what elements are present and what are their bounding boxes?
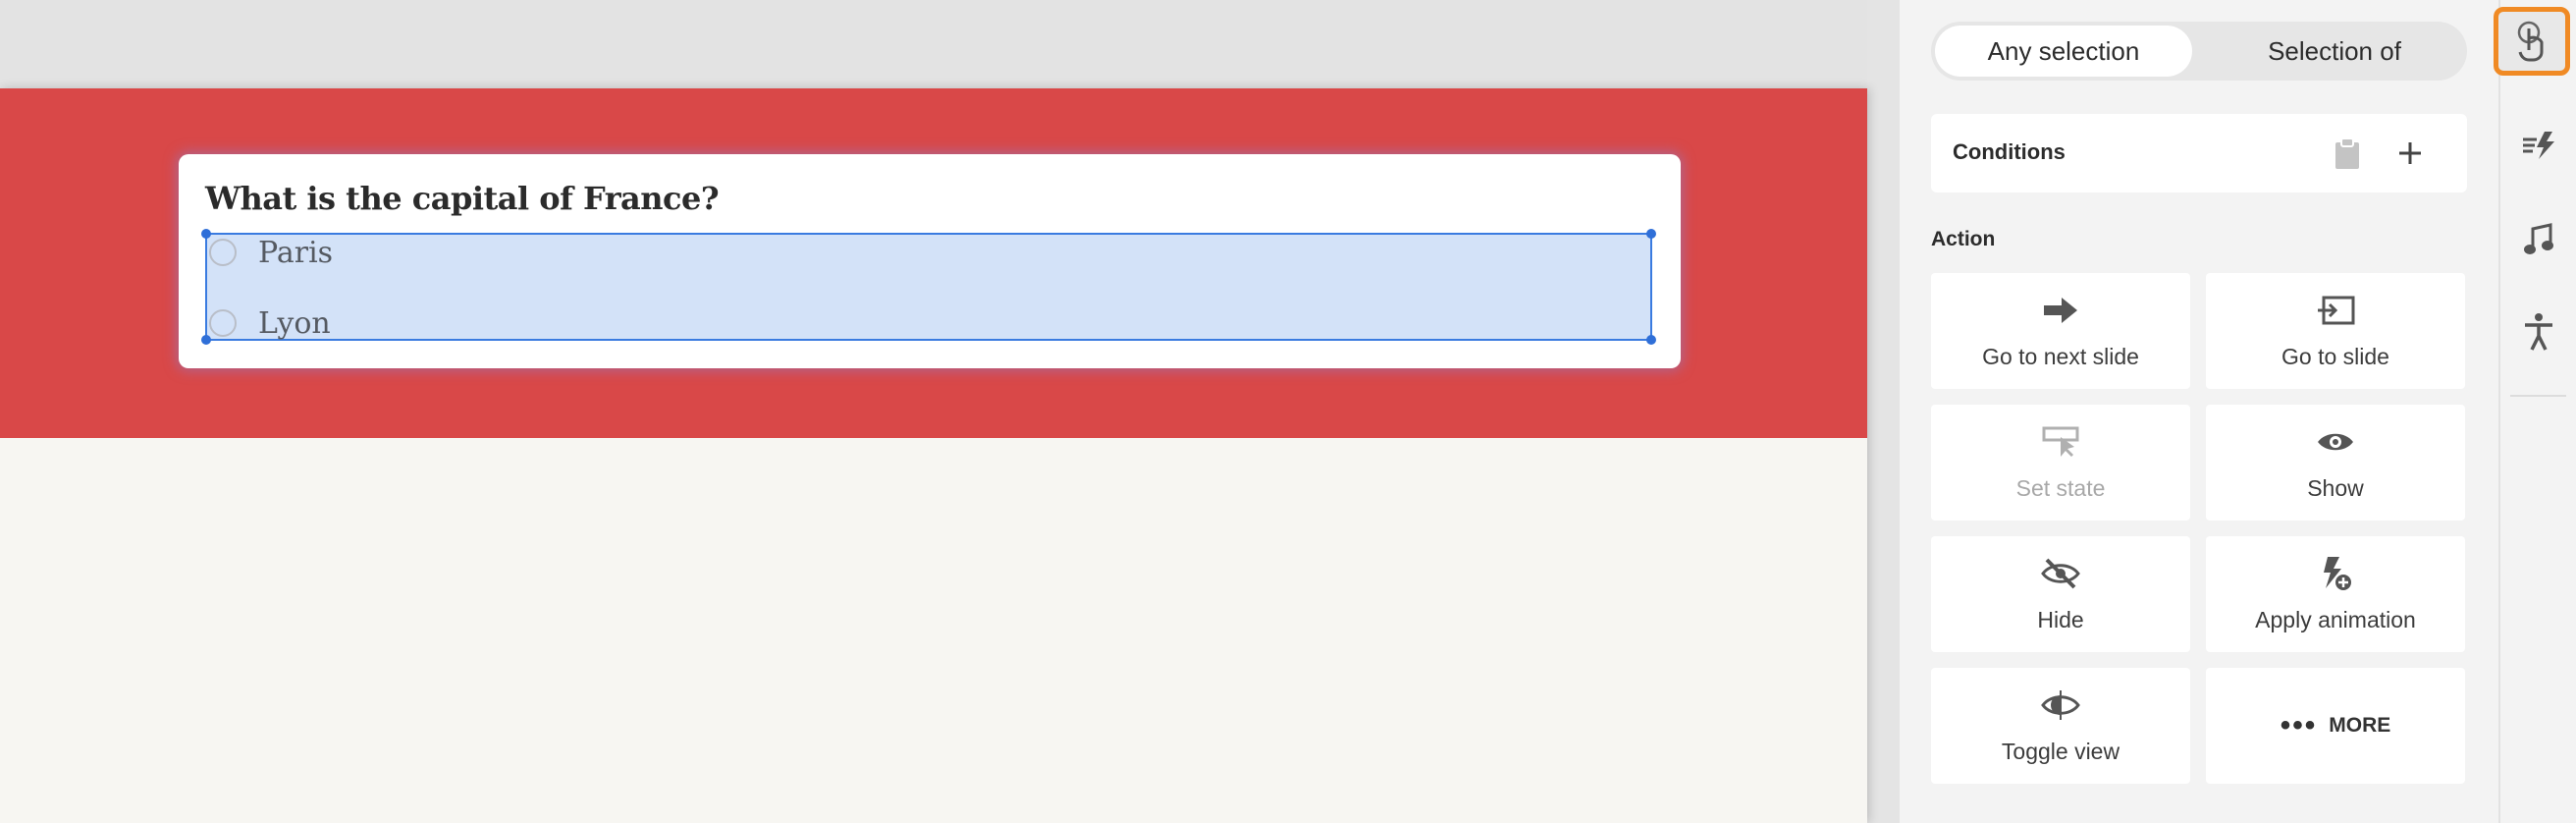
tile-label: Hide	[2037, 607, 2084, 632]
hide-button[interactable]: Hide	[1931, 536, 2190, 652]
more-actions-button[interactable]: ••• MORE	[2206, 668, 2465, 784]
tile-label: Set state	[2015, 475, 2106, 501]
more-content: ••• MORE	[2206, 668, 2465, 784]
resize-handle-bottom-right[interactable]	[1646, 335, 1656, 345]
go-to-next-slide-button[interactable]: Go to next slide	[1931, 273, 2190, 389]
eye-slash-icon	[1931, 554, 2190, 593]
resize-handle-top-right[interactable]	[1646, 229, 1656, 239]
accessibility-icon[interactable]	[2500, 302, 2576, 361]
tile-label: Go to next slide	[1982, 344, 2139, 369]
arrow-right-icon	[1931, 291, 2190, 330]
slide[interactable]: What is the capital of France? Paris Lyo…	[0, 88, 1867, 823]
action-section-label: Action	[1931, 228, 1996, 250]
toggle-view-icon	[1931, 686, 2190, 725]
question-title[interactable]: What is the capital of France?	[205, 180, 720, 217]
option-paris[interactable]: Paris	[207, 233, 333, 272]
interactions-panel: Any selection Selection of Conditions Ac…	[1900, 0, 2498, 823]
tile-label: Show	[2307, 475, 2364, 501]
go-to-slide-button[interactable]: Go to slide	[2206, 273, 2465, 389]
rail-divider	[2510, 395, 2566, 397]
question-card[interactable]: What is the capital of France? Paris Lyo…	[179, 154, 1681, 368]
apply-animation-button[interactable]: Apply animation	[2206, 536, 2465, 652]
option-lyon[interactable]: Lyon	[207, 303, 331, 343]
animation-bolt-icon	[2206, 554, 2465, 593]
more-dots-icon: •••	[2280, 709, 2318, 741]
add-condition-icon[interactable]	[2388, 132, 2432, 175]
interaction-touch-icon[interactable]	[2494, 7, 2570, 76]
show-button[interactable]: Show	[2206, 405, 2465, 521]
tile-label: Apply animation	[2255, 607, 2416, 632]
any-selection-tab[interactable]: Any selection	[1935, 26, 2192, 77]
selection-mode-toggle: Any selection Selection of	[1931, 22, 2467, 81]
tile-label: Toggle view	[2001, 739, 2120, 764]
more-label: MORE	[2329, 714, 2391, 737]
audio-note-icon[interactable]	[2500, 210, 2576, 269]
animation-icon[interactable]	[2500, 116, 2576, 175]
paste-condition-icon[interactable]	[2326, 132, 2369, 175]
conditions-label: Conditions	[1953, 139, 2066, 164]
options-selection-box[interactable]: Paris Lyon	[201, 229, 1656, 345]
radio-button[interactable]	[209, 239, 237, 266]
conditions-row: Conditions	[1931, 114, 2467, 192]
option-label: Paris	[258, 235, 334, 270]
eye-icon	[2206, 422, 2465, 462]
properties-rail	[2498, 0, 2576, 823]
toggle-view-button[interactable]: Toggle view	[1931, 668, 2190, 784]
option-label: Lyon	[258, 305, 331, 341]
set-state-icon	[1931, 422, 2190, 462]
selection-of-tab[interactable]: Selection of	[2206, 26, 2463, 77]
set-state-button[interactable]: Set state	[1931, 405, 2190, 521]
enter-slide-icon	[2206, 291, 2465, 330]
tile-label: Go to slide	[2281, 344, 2389, 369]
radio-button[interactable]	[209, 309, 237, 337]
canvas-area: What is the capital of France? Paris Lyo…	[0, 0, 1867, 823]
